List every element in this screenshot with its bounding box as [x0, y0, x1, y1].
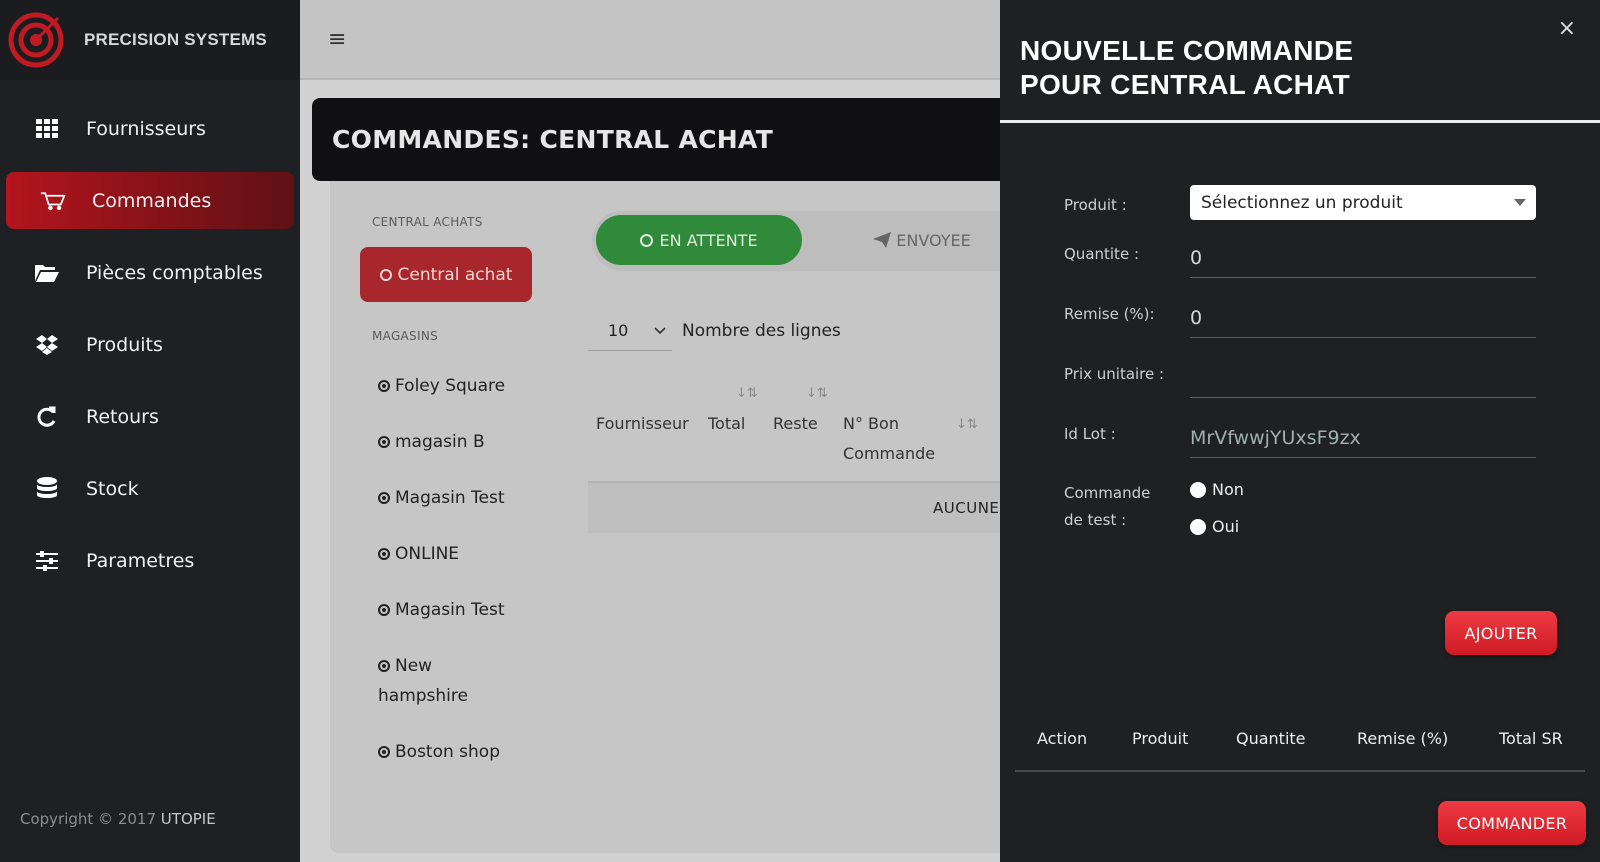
radio-non[interactable]: Non	[1190, 480, 1244, 499]
sidebar-item-produits[interactable]: Produits	[6, 316, 294, 373]
add-button[interactable]: AJOUTER	[1445, 611, 1557, 655]
cart-col-quantity: Quantite	[1236, 729, 1306, 748]
store-item[interactable]: ONLINE	[378, 539, 528, 569]
brand-name: PRECISION SYSTEMS	[84, 30, 267, 49]
sidebar-item-label: Fournisseurs	[86, 117, 206, 140]
store-item[interactable]: Boston shop	[378, 737, 528, 767]
sidebar-item-commandes[interactable]: Commandes	[6, 172, 294, 229]
radio-dot-icon	[378, 660, 390, 672]
radio-circle-icon[interactable]	[1190, 481, 1206, 498]
radio-dot-icon	[378, 746, 390, 758]
col-total[interactable]: Total	[708, 409, 745, 439]
quantity-label: Quantite :	[1064, 245, 1139, 263]
discount-label: Remise (%):	[1064, 305, 1155, 323]
magasins-label: MAGASINS	[372, 329, 439, 343]
discount-input[interactable]	[1190, 298, 1536, 338]
product-select[interactable]: Sélectionnez un produit	[1190, 185, 1536, 220]
close-icon[interactable]: ×	[1558, 16, 1576, 41]
col-reste[interactable]: Reste	[773, 409, 818, 439]
sidebar-item-retours[interactable]: Retours	[6, 388, 294, 445]
quantity-input[interactable]	[1190, 238, 1536, 278]
sidebar-item-label: Retours	[86, 405, 159, 428]
sliders-icon	[34, 548, 60, 574]
radio-dot-icon	[378, 492, 390, 504]
store-list: Foley Square magasin B Magasin Test ONLI…	[378, 371, 528, 793]
clock-icon	[640, 233, 654, 247]
folder-icon	[34, 260, 60, 286]
order-button[interactable]: COMMANDER	[1438, 801, 1586, 845]
cart-col-discount: Remise (%)	[1357, 729, 1449, 748]
radio-dot-icon	[378, 380, 390, 392]
cart-col-product: Produit	[1132, 729, 1189, 748]
lot-id-label: Id Lot :	[1064, 425, 1116, 443]
sidebar-item-fournisseurs[interactable]: Fournisseurs	[6, 100, 294, 157]
database-icon	[34, 476, 60, 502]
chevron-down-icon	[654, 326, 666, 334]
dropbox-icon	[34, 332, 60, 358]
grid-icon	[34, 116, 60, 142]
status-tabs: EN ATTENTE ENVOYEE	[592, 211, 1012, 271]
cart-col-action: Action	[1037, 729, 1088, 748]
sidebar: PRECISION SYSTEMS Fournisseurs Commandes…	[0, 0, 300, 862]
sidebar-item-label: Stock	[86, 477, 139, 500]
central-achats-label: CENTRAL ACHATS	[372, 215, 483, 229]
sidebar-item-label: Produits	[86, 333, 163, 356]
store-item[interactable]: Magasin Test	[378, 483, 528, 513]
col-fournisseur[interactable]: Fournisseur	[596, 409, 689, 439]
drawer-title: NOUVELLE COMMANDE POUR CENTRAL ACHAT	[1020, 35, 1354, 100]
col-no-bon-commande[interactable]: N° Bon Commande	[843, 409, 935, 469]
page-title: COMMANDES: CENTRAL ACHAT	[332, 125, 774, 154]
copyright: Copyright © 2017 UTOPIE	[20, 810, 216, 828]
drawer-divider	[1000, 120, 1600, 123]
sidebar-item-stock[interactable]: Stock	[6, 460, 294, 517]
refresh-icon	[34, 404, 60, 430]
hamburger-menu-icon[interactable]: ≡	[328, 27, 346, 52]
sidebar-item-label: Pièces comptables	[86, 261, 263, 284]
unit-price-label: Prix unitaire :	[1064, 365, 1165, 383]
rows-per-page-select[interactable]: 10	[588, 311, 672, 351]
store-item[interactable]: Foley Square	[378, 371, 528, 401]
sort-icon[interactable]: ↓⇅	[806, 386, 828, 401]
cart-divider	[1015, 770, 1585, 772]
test-order-label: Commande de test :	[1064, 484, 1151, 529]
cart-icon	[40, 188, 66, 214]
caret-down-icon	[1514, 199, 1526, 206]
tab-en-attente[interactable]: EN ATTENTE	[596, 215, 802, 265]
tab-envoyee[interactable]: ENVOYEE	[842, 215, 1002, 265]
paper-plane-icon	[873, 232, 892, 248]
radio-dot-icon	[378, 548, 390, 560]
sort-icon[interactable]: ↓⇅	[736, 386, 758, 401]
lot-id-input[interactable]	[1190, 418, 1536, 458]
radio-dot-icon	[378, 436, 390, 448]
new-order-drawer: × NOUVELLE COMMANDE POUR CENTRAL ACHAT P…	[1000, 0, 1600, 862]
product-label: Produit :	[1064, 196, 1127, 214]
radio-dot-icon	[379, 268, 392, 281]
sidebar-item-label: Commandes	[92, 189, 212, 212]
rows-per-page-label: Nombre des lignes	[682, 321, 841, 341]
cart-col-total: Total SR	[1499, 729, 1563, 748]
sidebar-item-pieces-comptables[interactable]: Pièces comptables	[6, 244, 294, 301]
sidebar-item-label: Parametres	[86, 549, 195, 572]
radio-dot-icon	[378, 604, 390, 616]
sort-icon[interactable]: ↓⇅	[956, 417, 978, 432]
target-logo-icon	[8, 12, 64, 68]
copyright-brand: UTOPIE	[160, 810, 216, 828]
central-achat-button[interactable]: Central achat	[360, 247, 532, 302]
brand: PRECISION SYSTEMS	[0, 0, 300, 80]
radio-oui[interactable]: Oui	[1190, 517, 1239, 536]
sidebar-item-parametres[interactable]: Parametres	[6, 532, 294, 589]
store-item[interactable]: Magasin Test	[378, 595, 528, 625]
unit-price-input[interactable]	[1190, 358, 1536, 398]
sidebar-nav: Fournisseurs Commandes Pièces comptables…	[0, 100, 300, 589]
store-item[interactable]: New hampshire	[378, 651, 498, 711]
store-item[interactable]: magasin B	[378, 427, 528, 457]
radio-circle-icon[interactable]	[1190, 518, 1206, 535]
